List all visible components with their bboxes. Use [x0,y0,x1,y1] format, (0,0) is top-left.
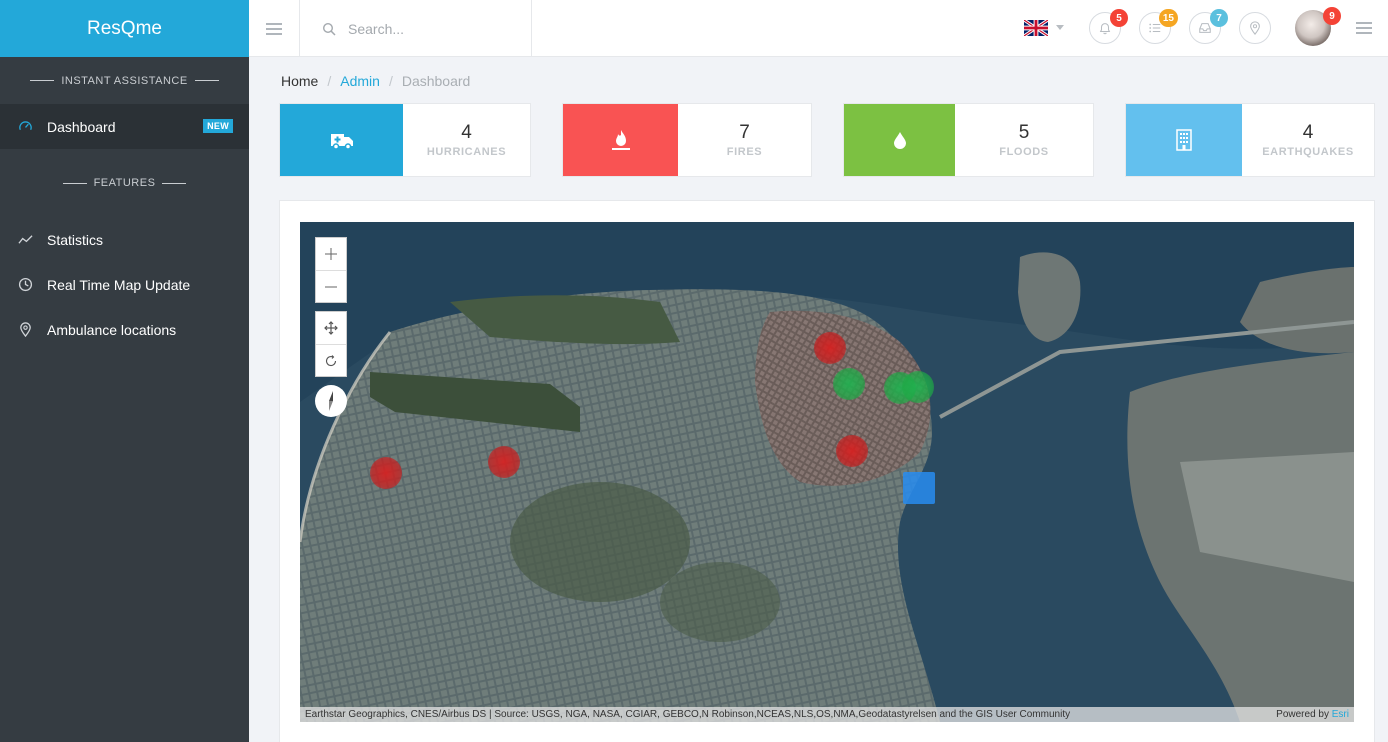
sidebar-item-label: Ambulance locations [47,321,177,338]
notifications-count-badge: 5 [1110,9,1128,27]
stat-label: EARTHQUAKES [1262,146,1354,158]
breadcrumb-home[interactable]: Home [281,73,318,89]
zoom-in-button[interactable] [316,238,346,270]
building-icon [1126,104,1242,176]
breadcrumb-admin[interactable]: Admin [340,73,380,89]
sidebar-item-label: Dashboard [47,118,116,135]
tasks-count-badge: 15 [1158,9,1178,27]
navigation-control [315,311,347,377]
stat-value: 7 [739,122,750,143]
hamburger-icon [1356,22,1372,34]
uk-flag-icon[interactable] [1024,20,1048,36]
location-button[interactable] [1239,12,1271,44]
compass-icon [329,391,333,411]
minus-icon [325,286,337,287]
stat-value: 4 [461,122,472,143]
search-icon [322,22,336,36]
stat-value: 5 [1018,122,1030,143]
section-features: FEATURES [0,149,249,217]
sidebar: ResQme INSTANT ASSISTANCE Dashboard NEW … [0,0,249,742]
new-badge: NEW [203,119,233,133]
satellite-map[interactable]: Earthstar Geographics, CNES/Airbus DS | … [300,222,1354,722]
map-attribution: Earthstar Geographics, CNES/Airbus DS | … [300,707,1354,722]
ambulance-icon [280,104,403,176]
map-pin-icon [1250,21,1260,35]
bell-icon [1099,23,1111,35]
chart-line-icon [18,232,33,247]
stat-label: HURRICANES [426,146,507,158]
clock-icon [18,277,33,292]
map-pin-icon [18,322,33,337]
rotate-icon [326,354,337,366]
breadcrumb: Home / Admin / Dashboard [281,73,471,89]
fire-icon [563,104,678,176]
profile-count-badge: 9 [1323,7,1341,25]
topbar: 5 15 7 9 [249,0,1388,57]
section-label: FEATURES [93,177,156,189]
sidebar-item-label: Real Time Map Update [47,276,191,293]
stat-card-hurricanes[interactable]: 4 HURRICANES [279,103,531,177]
search-input[interactable] [348,20,518,37]
sidebar-item-statistics[interactable]: Statistics [0,217,249,262]
plus-icon [325,248,337,260]
breadcrumb-current: Dashboard [401,73,471,89]
fire-marker[interactable] [370,457,402,489]
sidebar-toggle-button[interactable] [249,0,300,57]
fire-marker[interactable] [836,435,868,467]
esri-link[interactable]: Esri [1332,709,1349,720]
sidebar-item-dashboard[interactable]: Dashboard NEW [0,104,249,149]
section-instant-assistance: INSTANT ASSISTANCE [0,57,249,104]
map-imagery [300,222,1354,722]
sidebar-item-label: Statistics [47,231,104,248]
stat-card-earthquakes[interactable]: 4 EARTHQUAKES [1125,103,1375,177]
brand-logo[interactable]: ResQme [0,0,249,57]
messages-count-badge: 7 [1210,9,1228,27]
zoom-out-button[interactable] [316,270,346,302]
powered-by[interactable]: Powered by Esri [1276,709,1349,720]
stat-label: FIRES [726,146,763,158]
hamburger-icon [266,22,282,35]
right-menu-button[interactable] [1356,21,1372,40]
stat-card-floods[interactable]: 5 FLOODS [843,103,1094,177]
compass-button[interactable] [315,385,347,417]
stat-card-fires[interactable]: 7 FIRES [562,103,812,177]
flood-marker[interactable] [902,371,934,403]
dashboard-icon [18,119,33,134]
water-drop-icon [844,104,955,176]
fire-marker[interactable] [488,446,520,478]
inbox-icon [1199,23,1211,33]
notifications-button[interactable]: 5 [1089,9,1128,44]
sidebar-item-ambulance-locations[interactable]: Ambulance locations [0,307,249,352]
messages-button[interactable]: 7 [1189,9,1228,44]
pan-button[interactable] [316,312,346,344]
flood-marker[interactable] [833,368,865,400]
fire-marker[interactable] [814,332,846,364]
section-label: INSTANT ASSISTANCE [61,74,188,87]
attribution-text: Earthstar Geographics, CNES/Airbus DS | … [305,709,1071,720]
zoom-control [315,237,347,303]
stat-value: 4 [1302,122,1314,143]
stat-label: FLOODS [999,146,1049,158]
rotate-button[interactable] [316,344,346,376]
tasks-button[interactable]: 15 [1139,9,1178,44]
language-caret-icon[interactable] [1056,25,1064,30]
search-box [300,0,532,57]
user-avatar[interactable]: 9 [1295,7,1341,46]
powered-by-prefix: Powered by [1276,709,1329,720]
sidebar-item-real-time-map[interactable]: Real Time Map Update [0,262,249,307]
move-arrows-icon [324,321,338,335]
ambulance-marker[interactable] [903,472,935,504]
